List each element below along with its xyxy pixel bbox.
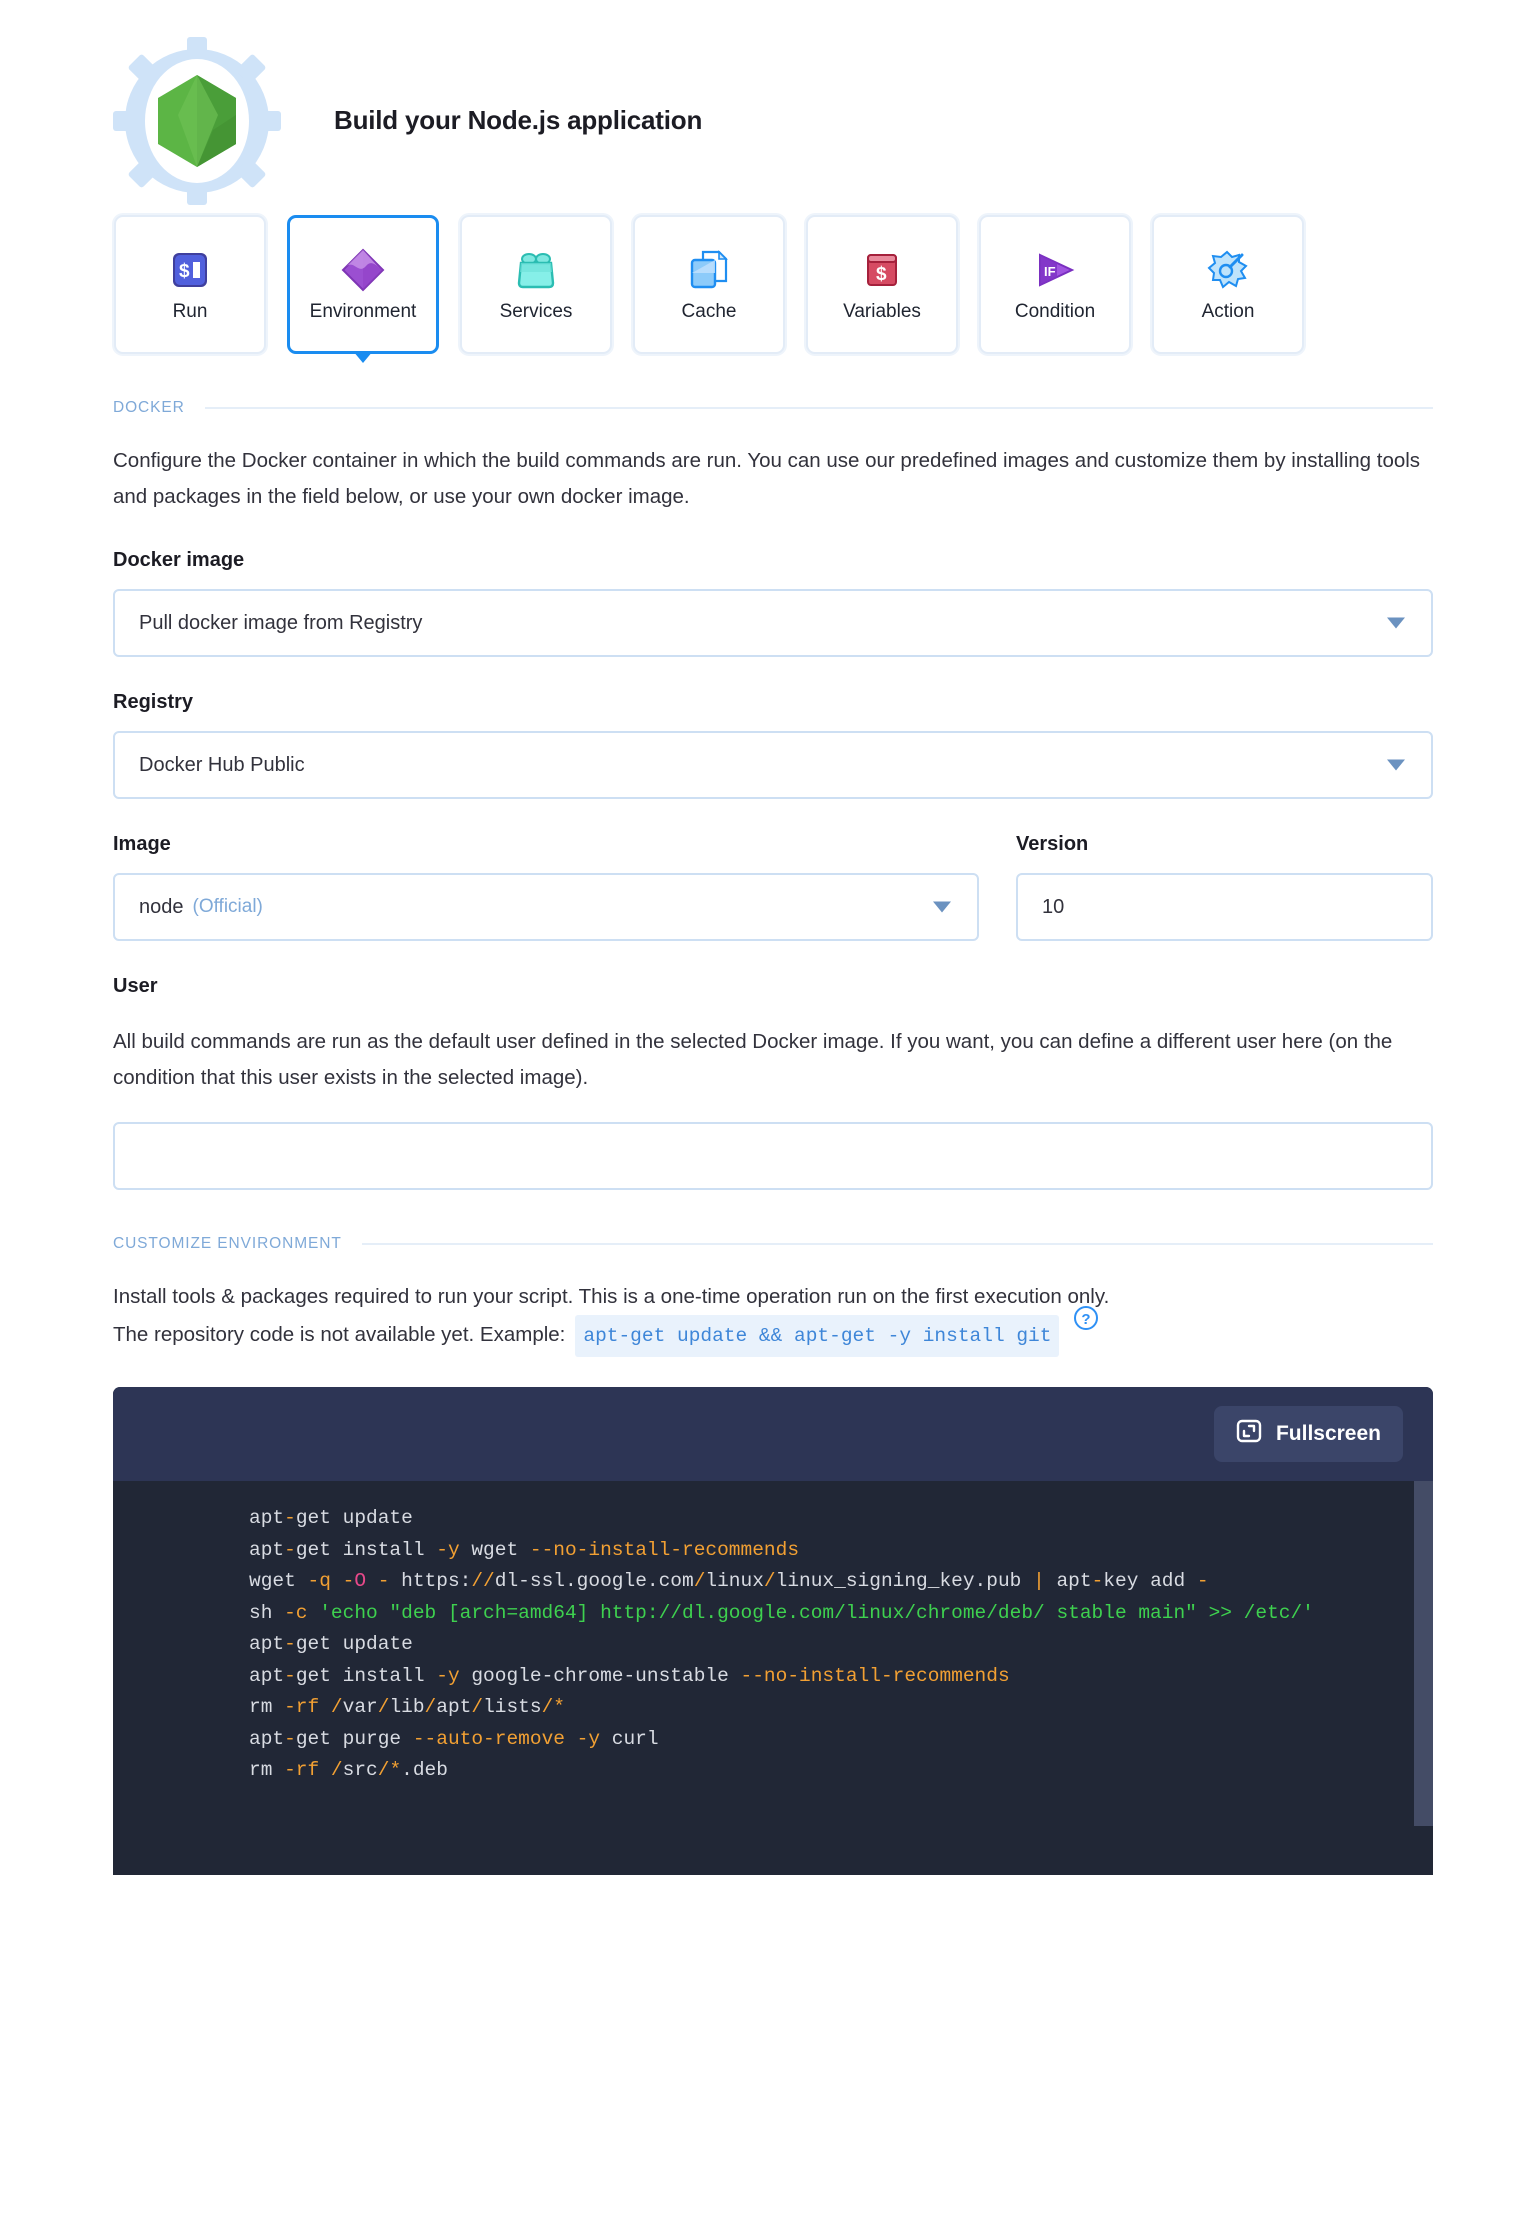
settings-tabs: $ Run Environment Services Cache $ Varia… — [0, 215, 1539, 354]
tab-variables[interactable]: $ Variables — [806, 215, 958, 354]
code-line: apt-get update — [249, 1633, 413, 1655]
svg-text:$: $ — [179, 261, 190, 282]
code-line: apt-get install -y wget --no-install-rec… — [249, 1538, 800, 1561]
divider — [361, 1243, 1433, 1245]
customize-description-line1: Install tools & packages required to run… — [113, 1285, 1110, 1308]
tab-label: Action — [1201, 300, 1255, 322]
version-field[interactable]: 10 — [1016, 873, 1433, 941]
cache-files-icon — [689, 247, 729, 293]
variables-dollar-icon: $ — [862, 247, 902, 293]
page-title: Build your Node.js application — [334, 105, 703, 135]
tab-label: Variables — [843, 300, 921, 322]
image-column: Image node (Official) — [113, 799, 979, 941]
tab-action[interactable]: Action — [1152, 215, 1304, 354]
if-play-icon: IF — [1033, 247, 1077, 293]
registry-label: Registry — [113, 691, 194, 713]
editor-code[interactable]: apt-get update apt-get install -y wget --… — [113, 1481, 1433, 1787]
help-circle-icon[interactable]: ? — [1073, 1305, 1099, 1343]
diamond-icon — [340, 247, 386, 293]
user-input[interactable] — [113, 1122, 1433, 1190]
svg-text:IF: IF — [1044, 264, 1056, 279]
tab-label: Services — [499, 300, 573, 322]
docker-image-label: Docker image — [113, 549, 245, 571]
terminal-prompt-icon: $ — [170, 247, 210, 293]
section-label: DOCKER — [113, 399, 185, 416]
tab-condition[interactable]: IF Condition — [979, 215, 1131, 354]
fullscreen-label: Fullscreen — [1275, 1422, 1381, 1445]
image-label: Image — [113, 833, 171, 855]
example-code: apt-get update && apt-get -y install git — [575, 1315, 1060, 1357]
version-column: Version 10 — [1016, 799, 1433, 941]
nodejs-gear-icon — [113, 36, 281, 205]
version-label: Version — [1016, 833, 1089, 855]
docker-image-select[interactable]: Pull docker image from Registry — [113, 589, 1433, 657]
svg-text:?: ? — [1082, 1311, 1091, 1328]
docker-section-heading: DOCKER — [113, 354, 1433, 417]
tab-label: Condition — [1014, 300, 1096, 322]
chevron-down-icon — [1387, 759, 1405, 771]
code-line: rm -rf /src/*.deb — [249, 1759, 448, 1781]
user-label: User — [113, 975, 158, 997]
example-prefix: The repository code is not available yet… — [113, 1323, 566, 1346]
code-line: apt-get install -y google-chrome-unstabl… — [249, 1664, 1010, 1687]
code-line: sh -c 'echo "deb [arch=amd64] http://dl.… — [249, 1601, 1314, 1624]
divider — [204, 407, 1433, 409]
fullscreen-button[interactable]: Fullscreen — [1213, 1406, 1403, 1462]
nodejs-hexagon-icon — [158, 74, 236, 167]
tab-environment[interactable]: Environment — [287, 215, 439, 354]
tab-label: Cache — [681, 300, 737, 322]
editor-toolbar: Fullscreen — [113, 1387, 1433, 1481]
image-version-row: Image node (Official) Version 10 — [113, 799, 1539, 941]
page-header: Build your Node.js application — [0, 0, 1539, 215]
tab-run[interactable]: $ Run — [114, 215, 266, 354]
image-value: node — [139, 895, 184, 918]
customize-example-line: The repository code is not available yet… — [113, 1306, 1453, 1357]
code-line: wget -q -O - https://dl-ssl.google.com/l… — [249, 1570, 1209, 1592]
code-line: apt-get update — [249, 1507, 413, 1529]
version-value: 10 — [1042, 895, 1065, 918]
tab-label: Environment — [309, 300, 417, 322]
tab-services[interactable]: Services — [460, 215, 612, 354]
code-line: apt-get purge --auto-remove -y curl — [249, 1727, 659, 1750]
customize-section-heading: CUSTOMIZE ENVIRONMENT — [113, 1190, 1433, 1253]
script-editor[interactable]: Fullscreen apt-get update apt-get install… — [113, 1387, 1433, 1875]
editor-scrollbar-thumb[interactable] — [1414, 1481, 1433, 1826]
tab-label: Run — [172, 300, 208, 322]
user-description: All build commands are run as the defaul… — [113, 1030, 1393, 1089]
docker-image-value: Pull docker image from Registry — [139, 611, 423, 634]
registry-select[interactable]: Docker Hub Public — [113, 731, 1433, 799]
expand-icon — [1236, 1418, 1262, 1450]
tab-cache[interactable]: Cache — [633, 215, 785, 354]
services-container-icon — [515, 247, 557, 293]
registry-value: Docker Hub Public — [139, 753, 305, 776]
docker-description: Configure the Docker container in which … — [113, 449, 1421, 508]
image-select[interactable]: node (Official) — [113, 873, 979, 941]
action-wand-icon — [1207, 247, 1249, 293]
chevron-down-icon — [1387, 617, 1405, 629]
section-label: CUSTOMIZE ENVIRONMENT — [113, 1235, 342, 1252]
chevron-down-icon — [933, 901, 951, 913]
image-official-badge: (Official) — [192, 896, 263, 917]
svg-text:$: $ — [876, 264, 887, 285]
environment-settings-page: Build your Node.js application $ Run Env… — [0, 0, 1539, 1875]
code-line: rm -rf /var/lib/apt/lists/* — [249, 1696, 565, 1718]
